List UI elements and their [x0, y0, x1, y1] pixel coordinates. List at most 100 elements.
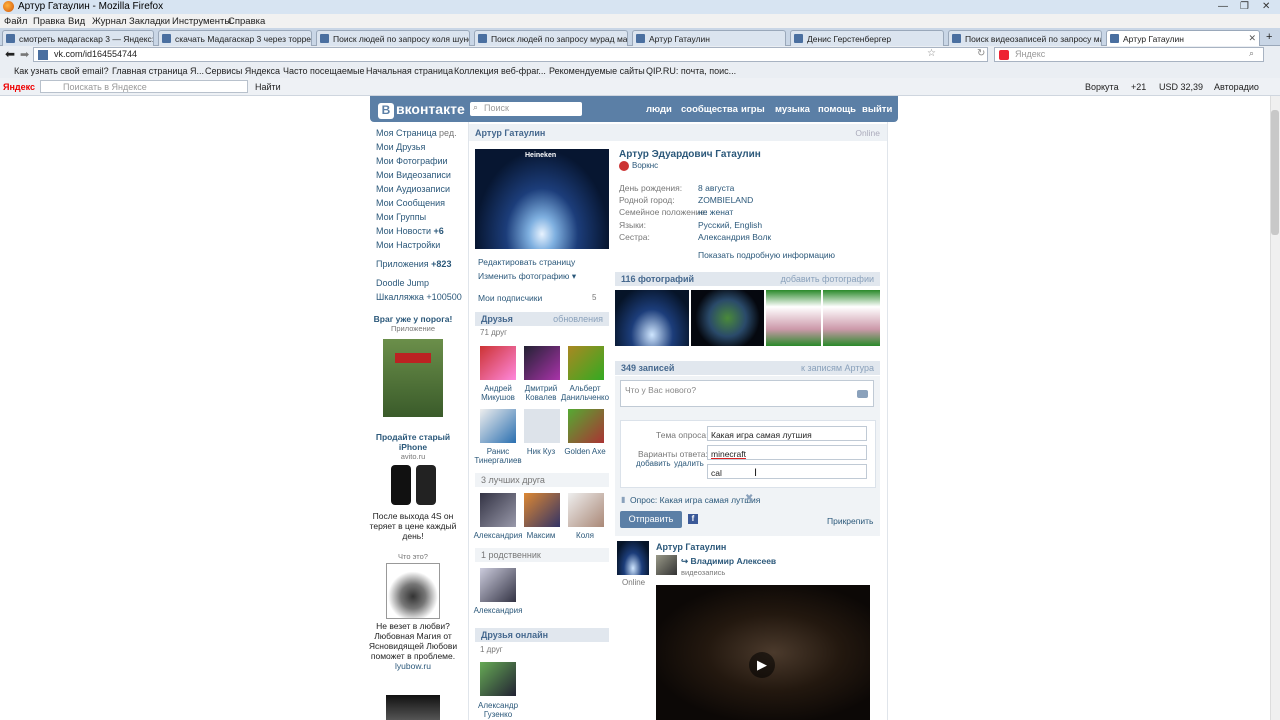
edit-link[interactable]: ред. [439, 128, 457, 138]
url-bar[interactable]: vk.com/id164554744 ☆ ↻ [33, 47, 988, 62]
browser-tab[interactable]: Поиск людей по запросу мурад мах... [474, 30, 628, 46]
menu-my-groups[interactable]: Мои Группы [376, 212, 426, 222]
friends-online-header[interactable]: Друзья онлайн [475, 628, 609, 642]
poll-option-input[interactable]: cal [707, 464, 867, 479]
nav-logout[interactable]: выйти [862, 104, 892, 115]
edit-page-link[interactable]: Редактировать страницу [478, 257, 575, 267]
poll-attachment[interactable]: Опрос: Какая игра самая лутшия [630, 495, 760, 505]
camera-icon[interactable] [857, 390, 868, 398]
friend-avatar[interactable] [480, 493, 516, 527]
temperature[interactable]: +21 [1131, 82, 1146, 92]
forward-icon[interactable]: ➡ [20, 48, 29, 61]
menu-my-audio[interactable]: Мои Аудиозаписи [376, 184, 450, 194]
bookmark-item[interactable]: QIP.RU: почта, поис... [646, 66, 736, 76]
menu-file[interactable]: Файл [4, 16, 27, 27]
show-more-info-link[interactable]: Показать подробную информацию [698, 250, 835, 260]
yandex-search-input[interactable]: Поискать в Яндексе [40, 80, 248, 93]
bookmark-item[interactable]: Главная страница Я... [112, 66, 204, 76]
browser-tab[interactable]: Артур Гатаулин [632, 30, 786, 46]
bookmark-star-icon[interactable]: ☆ [927, 48, 936, 59]
subscribers-link[interactable]: Мои подписчики [478, 293, 542, 303]
friend-avatar[interactable] [524, 493, 560, 527]
menu-my-messages[interactable]: Мои Сообщения [376, 198, 445, 208]
info-value[interactable]: ZOMBIELAND [698, 195, 753, 205]
photo-thumb[interactable] [691, 290, 764, 346]
ad-game[interactable]: Враг уже у порога! Приложение [368, 314, 458, 417]
info-value[interactable]: Александрия Волк [698, 232, 771, 242]
browser-tab-active[interactable]: Артур Гатаулин ✕ [1106, 30, 1260, 46]
menu-edit[interactable]: Правка [33, 16, 65, 27]
menu-view[interactable]: Вид [68, 16, 85, 27]
radio-player[interactable]: Авторадио [1214, 82, 1259, 92]
browser-tab[interactable]: Поиск видеозаписей по запросу мад... [948, 30, 1102, 46]
photos-header[interactable]: 116 фотографий добавить фотографии [615, 272, 880, 286]
close-window-button[interactable]: ✕ [1262, 1, 1270, 12]
friend-name[interactable]: Коля [555, 531, 615, 540]
friend-name[interactable]: Альберт Данильченко [555, 384, 615, 402]
relative-name[interactable]: Александрия [468, 606, 528, 615]
back-icon[interactable]: ⬅ [5, 47, 15, 61]
app-doodle-jump[interactable]: Doodle Jump [376, 278, 429, 288]
online-friend-avatar[interactable] [480, 662, 516, 696]
post-textarea[interactable]: Что у Вас нового? [620, 380, 874, 407]
poll-delete-option-link[interactable]: удалить [674, 459, 704, 468]
friend-avatar[interactable] [524, 346, 560, 380]
facebook-icon[interactable]: f [688, 514, 698, 524]
city-weather[interactable]: Воркута [1085, 82, 1119, 92]
repost-author-name[interactable]: ↪ Владимир Алексеев [681, 556, 776, 567]
menu-my-friends[interactable]: Мои Друзья [376, 142, 425, 152]
relative-avatar[interactable] [480, 568, 516, 602]
browser-search-input[interactable]: Яндекс ⌕ [994, 47, 1264, 62]
vk-logo[interactable]: Ввконтакте [378, 101, 465, 119]
new-tab-button[interactable]: + [1266, 31, 1272, 43]
profile-badge[interactable]: Воркнс [632, 161, 658, 170]
nav-people[interactable]: люди [646, 104, 672, 115]
info-value[interactable]: 8 августа [698, 183, 734, 193]
close-tab-icon[interactable]: ✕ [1248, 33, 1256, 44]
menu-history[interactable]: Журнал [92, 16, 127, 27]
reload-icon[interactable]: ↻ [977, 48, 985, 59]
search-icon[interactable]: ⌕ [1249, 48, 1254, 59]
scrollbar-thumb[interactable] [1271, 110, 1279, 235]
nav-help[interactable]: помощь [818, 104, 856, 115]
remove-poll-icon[interactable]: ✖ [745, 493, 753, 504]
menu-my-news[interactable]: Мои Новости +6 [376, 226, 444, 236]
profile-avatar[interactable]: Heineken [475, 149, 609, 249]
friends-header[interactable]: Друзья обновления [475, 312, 609, 326]
friend-avatar[interactable] [480, 409, 516, 443]
vk-search-input[interactable]: ⌕ Поиск [470, 102, 582, 116]
photo-thumb[interactable] [615, 290, 689, 346]
photo-thumb[interactable] [766, 290, 821, 346]
info-value[interactable]: не женат [698, 207, 733, 217]
post-author-avatar[interactable] [617, 541, 649, 575]
app-shkalyazhka[interactable]: Шкалляжка +100500 [376, 292, 462, 302]
ad-love[interactable]: Что это? Не везет в любви? Любовная Маги… [368, 552, 458, 671]
currency-rate[interactable]: USD 32,39 [1159, 82, 1203, 92]
photo-thumb[interactable] [823, 290, 880, 346]
poll-option-input[interactable]: minecraft [707, 445, 867, 460]
send-post-button[interactable]: Отправить [620, 511, 682, 528]
nav-communities[interactable]: сообщества [681, 104, 738, 115]
menu-apps[interactable]: Приложения +823 [376, 259, 451, 269]
browser-tab[interactable]: скачать Мадагаскар 3 через торре... [158, 30, 312, 46]
browser-tab[interactable]: Поиск людей по запросу коля шунс... [316, 30, 470, 46]
attach-link[interactable]: Прикрепить [827, 516, 873, 526]
friend-name[interactable]: Golden Axe [555, 447, 615, 456]
poll-add-option-link[interactable]: добавить [636, 459, 671, 468]
bookmark-item[interactable]: Коллекция веб-фраг... [454, 66, 546, 76]
bookmark-item[interactable]: Рекомендуемые сайты [549, 66, 645, 76]
yandex-search-button[interactable]: Найти [255, 82, 281, 92]
bookmark-item[interactable]: Как узнать свой email? [14, 66, 109, 76]
info-value[interactable]: Русский, English [698, 220, 762, 230]
change-photo-link[interactable]: Изменить фотографию ▾ [478, 271, 576, 282]
friend-avatar[interactable] [524, 409, 560, 443]
bookmark-item[interactable]: Сервисы Яндекса [205, 66, 280, 76]
menu-my-photos[interactable]: Мои Фотографии [376, 156, 448, 166]
menu-tools[interactable]: Инструменты [172, 16, 231, 27]
maximize-button[interactable]: ❐ [1240, 1, 1249, 12]
nav-music[interactable]: музыка [775, 104, 810, 115]
bookmark-item[interactable]: Начальная страница [366, 66, 453, 76]
bookmark-item[interactable]: Часто посещаемые [283, 66, 365, 76]
minimize-button[interactable]: — [1218, 1, 1228, 12]
ad-next-image[interactable] [386, 695, 440, 720]
